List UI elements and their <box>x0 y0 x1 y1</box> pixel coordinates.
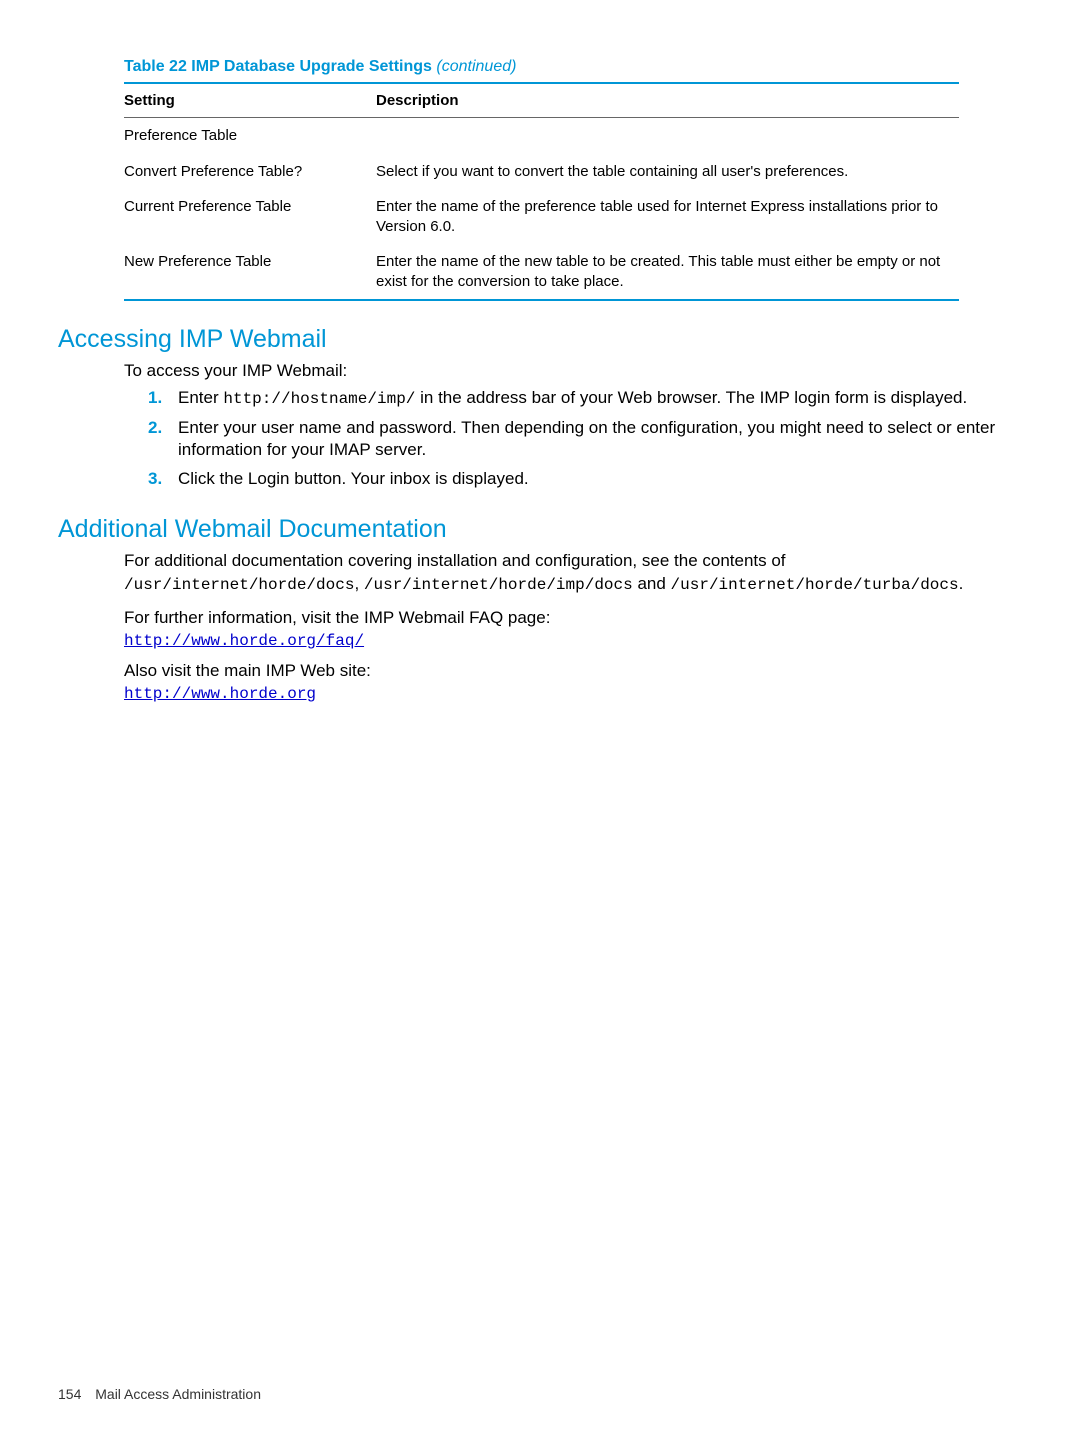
cell-description: Enter the name of the preference table u… <box>376 189 959 244</box>
table-header-row: Setting Description <box>124 83 959 118</box>
para-post: . <box>959 574 964 593</box>
table-row: Current Preference Table Enter the name … <box>124 189 959 244</box>
table-row: New Preference Table Enter the name of t… <box>124 244 959 300</box>
table-caption-continued: (continued) <box>436 58 516 75</box>
heading-accessing-imp: Accessing IMP Webmail <box>58 325 1008 354</box>
table-row: Preference Table <box>124 118 959 154</box>
table-row: Convert Preference Table? Select if you … <box>124 154 959 190</box>
cell-description <box>376 118 959 154</box>
heading-additional-docs: Additional Webmail Documentation <box>58 515 1008 544</box>
list-item: 2. Enter your user name and password. Th… <box>124 417 1008 463</box>
list-item: 3. Click the Login button. Your inbox is… <box>124 468 1008 491</box>
cell-setting: Current Preference Table <box>124 189 376 244</box>
code-path: /usr/internet/horde/docs <box>124 576 354 594</box>
list-item: 1. Enter http://hostname/imp/ in the add… <box>124 387 1008 411</box>
page-footer: 154 Mail Access Administration <box>58 1386 261 1402</box>
cell-setting: Preference Table <box>124 118 376 154</box>
steps-list: 1. Enter http://hostname/imp/ in the add… <box>124 387 1008 491</box>
code-path: /usr/internet/horde/turba/docs <box>671 576 959 594</box>
cell-description: Enter the name of the new table to be cr… <box>376 244 959 300</box>
step-number: 1. <box>148 387 162 410</box>
para-faq: For further information, visit the IMP W… <box>124 607 1008 630</box>
step-text-post: in the address bar of your Web browser. … <box>415 388 967 407</box>
page-number: 154 <box>58 1386 81 1402</box>
table-caption-text: Table 22 IMP Database Upgrade Settings <box>124 58 436 75</box>
col-header-description: Description <box>376 83 959 118</box>
link-faq[interactable]: http://www.horde.org/faq/ <box>124 632 1008 650</box>
col-header-setting: Setting <box>124 83 376 118</box>
para-docs: For additional documentation covering in… <box>124 550 1008 597</box>
step-text-pre: Enter <box>178 388 223 407</box>
code-path: /usr/internet/horde/imp/docs <box>364 576 633 594</box>
cell-setting: New Preference Table <box>124 244 376 300</box>
table-caption: Table 22 IMP Database Upgrade Settings (… <box>124 58 1008 76</box>
para-mid: , <box>354 574 363 593</box>
settings-table: Setting Description Preference Table Con… <box>124 82 959 301</box>
link-main-site[interactable]: http://www.horde.org <box>124 685 1008 703</box>
cell-description: Select if you want to convert the table … <box>376 154 959 190</box>
para-main-site: Also visit the main IMP Web site: <box>124 660 1008 683</box>
step-text: Enter your user name and password. Then … <box>178 418 995 460</box>
cell-setting: Convert Preference Table? <box>124 154 376 190</box>
step-number: 2. <box>148 417 162 440</box>
chapter-name: Mail Access Administration <box>95 1386 261 1402</box>
para-pre: For additional documentation covering in… <box>124 551 786 570</box>
step-code: http://hostname/imp/ <box>223 390 415 408</box>
step-number: 3. <box>148 468 162 491</box>
intro-text: To access your IMP Webmail: <box>124 360 1008 383</box>
step-text: Click the Login button. Your inbox is di… <box>178 469 529 488</box>
para-mid: and <box>633 574 671 593</box>
